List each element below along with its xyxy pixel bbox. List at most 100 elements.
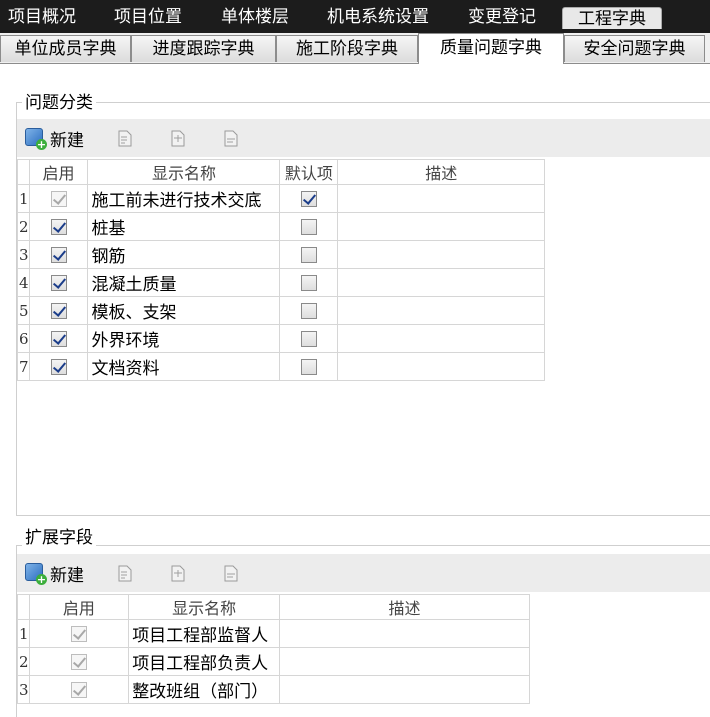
- enabled-checkbox[interactable]: [50, 330, 67, 347]
- name-cell[interactable]: 外界环境: [87, 324, 281, 353]
- default-cell: [279, 212, 339, 241]
- desc-cell[interactable]: [337, 268, 545, 297]
- default-checkbox[interactable]: [300, 302, 317, 319]
- tab-project-overview[interactable]: 项目概况: [8, 6, 76, 28]
- table-row[interactable]: 3 整改班组（部门）: [17, 675, 530, 704]
- table-row[interactable]: 6 外界环境: [17, 324, 545, 353]
- table-row[interactable]: 4 混凝土质量: [17, 268, 545, 297]
- name-header: 显示名称: [87, 159, 281, 185]
- enabled-header: 启用: [28, 159, 89, 185]
- extension-field-table: 启用 显示名称 描述 1 项目工程部监督人 2 项目工程部负责人 3 整改班组（部门）: [17, 594, 530, 704]
- enabled-checkbox[interactable]: [70, 653, 87, 670]
- new-icon: +: [25, 128, 47, 150]
- enabled-checkbox[interactable]: [70, 681, 87, 698]
- issue-move-up-button[interactable]: [171, 119, 185, 157]
- name-cell[interactable]: 桩基: [87, 212, 281, 241]
- issue-category-title: 问题分类: [22, 93, 96, 113]
- table-row[interactable]: 1 施工前未进行技术交底: [17, 184, 545, 213]
- enabled-cell: [28, 184, 89, 213]
- default-cell: [279, 352, 339, 381]
- enabled-cell: [28, 240, 89, 269]
- default-checkbox[interactable]: [300, 274, 317, 291]
- default-checkbox[interactable]: [300, 246, 317, 263]
- desc-cell[interactable]: [337, 352, 545, 381]
- issue-edit-button[interactable]: [118, 119, 132, 157]
- enabled-cell: [28, 675, 130, 704]
- enabled-checkbox[interactable]: [70, 625, 87, 642]
- enabled-checkbox[interactable]: [50, 358, 67, 375]
- name-header: 显示名称: [128, 594, 281, 620]
- ext-edit-button[interactable]: [118, 554, 132, 592]
- ext-toolbar: + 新建: [17, 554, 710, 592]
- name-cell[interactable]: 整改班组（部门）: [128, 675, 281, 704]
- edit-doc-icon: [118, 130, 132, 147]
- name-cell[interactable]: 施工前未进行技术交底: [87, 184, 281, 213]
- desc-cell[interactable]: [337, 184, 545, 213]
- ext-move-down-button[interactable]: [224, 554, 238, 592]
- enabled-cell: [28, 647, 130, 676]
- subtab-quality-issues[interactable]: 质量问题字典: [418, 33, 564, 64]
- row-number: 6: [17, 324, 30, 353]
- desc-cell[interactable]: [279, 619, 530, 648]
- name-cell[interactable]: 文档资料: [87, 352, 281, 381]
- issue-move-down-button[interactable]: [224, 119, 238, 157]
- desc-cell[interactable]: [279, 675, 530, 704]
- enabled-cell: [28, 619, 130, 648]
- subtab-safety-issues[interactable]: 安全问题字典: [564, 35, 705, 62]
- subtab-construction-stage[interactable]: 施工阶段字典: [276, 35, 418, 62]
- tab-project-dictionary[interactable]: 工程字典: [562, 7, 662, 29]
- move-down-doc-icon: [224, 130, 238, 147]
- enabled-checkbox[interactable]: [50, 190, 67, 207]
- enabled-cell: [28, 296, 89, 325]
- top-tab-bar: 项目概况 项目位置 单体楼层 机电系统设置 变更登记 工程字典: [0, 0, 710, 33]
- enabled-checkbox[interactable]: [50, 246, 67, 263]
- ext-new-button[interactable]: + 新建: [25, 554, 84, 592]
- issue-new-label: 新建: [50, 130, 84, 151]
- name-cell[interactable]: 模板、支架: [87, 296, 281, 325]
- tab-change-register[interactable]: 变更登记: [468, 6, 536, 28]
- desc-cell[interactable]: [337, 296, 545, 325]
- tab-project-location[interactable]: 项目位置: [114, 6, 182, 28]
- subtab-progress-tracking[interactable]: 进度跟踪字典: [131, 35, 276, 62]
- name-cell[interactable]: 钢筋: [87, 240, 281, 269]
- desc-cell[interactable]: [279, 647, 530, 676]
- enabled-cell: [28, 352, 89, 381]
- desc-cell[interactable]: [337, 212, 545, 241]
- default-checkbox[interactable]: [300, 330, 317, 347]
- enabled-checkbox[interactable]: [50, 218, 67, 235]
- ext-move-up-button[interactable]: [171, 554, 185, 592]
- table-row[interactable]: 5 模板、支架: [17, 296, 545, 325]
- default-checkbox[interactable]: [300, 218, 317, 235]
- row-number-header: [17, 159, 30, 185]
- issue-new-button[interactable]: + 新建: [25, 119, 84, 157]
- table-row[interactable]: 2 桩基: [17, 212, 545, 241]
- enabled-cell: [28, 324, 89, 353]
- enabled-cell: [28, 268, 89, 297]
- move-up-doc-icon: [171, 565, 185, 582]
- default-cell: [279, 268, 339, 297]
- desc-cell[interactable]: [337, 240, 545, 269]
- table-row[interactable]: 2 项目工程部负责人: [17, 647, 530, 676]
- desc-header: 描述: [279, 594, 530, 620]
- row-number: 5: [17, 296, 30, 325]
- row-number: 7: [17, 352, 30, 381]
- table-row[interactable]: 1 项目工程部监督人: [17, 619, 530, 648]
- desc-cell[interactable]: [337, 324, 545, 353]
- table-row[interactable]: 7 文档资料: [17, 352, 545, 381]
- row-number: 2: [17, 212, 30, 241]
- default-cell: [279, 240, 339, 269]
- enabled-checkbox[interactable]: [50, 274, 67, 291]
- new-icon: +: [25, 563, 47, 585]
- enabled-checkbox[interactable]: [50, 302, 67, 319]
- default-checkbox[interactable]: [300, 358, 317, 375]
- issue-category-table: 启用 显示名称 默认项 描述 1 施工前未进行技术交底 2 桩基 3 钢筋 4 混凝土质量 5 模…: [17, 159, 545, 381]
- table-row[interactable]: 3 钢筋: [17, 240, 545, 269]
- name-cell[interactable]: 项目工程部负责人: [128, 647, 281, 676]
- desc-header: 描述: [337, 159, 545, 185]
- default-checkbox[interactable]: [300, 190, 317, 207]
- name-cell[interactable]: 混凝土质量: [87, 268, 281, 297]
- subtab-unit-members[interactable]: 单位成员字典: [0, 35, 131, 62]
- tab-building-floors[interactable]: 单体楼层: [221, 6, 289, 28]
- tab-mep-settings[interactable]: 机电系统设置: [327, 6, 429, 28]
- name-cell[interactable]: 项目工程部监督人: [128, 619, 281, 648]
